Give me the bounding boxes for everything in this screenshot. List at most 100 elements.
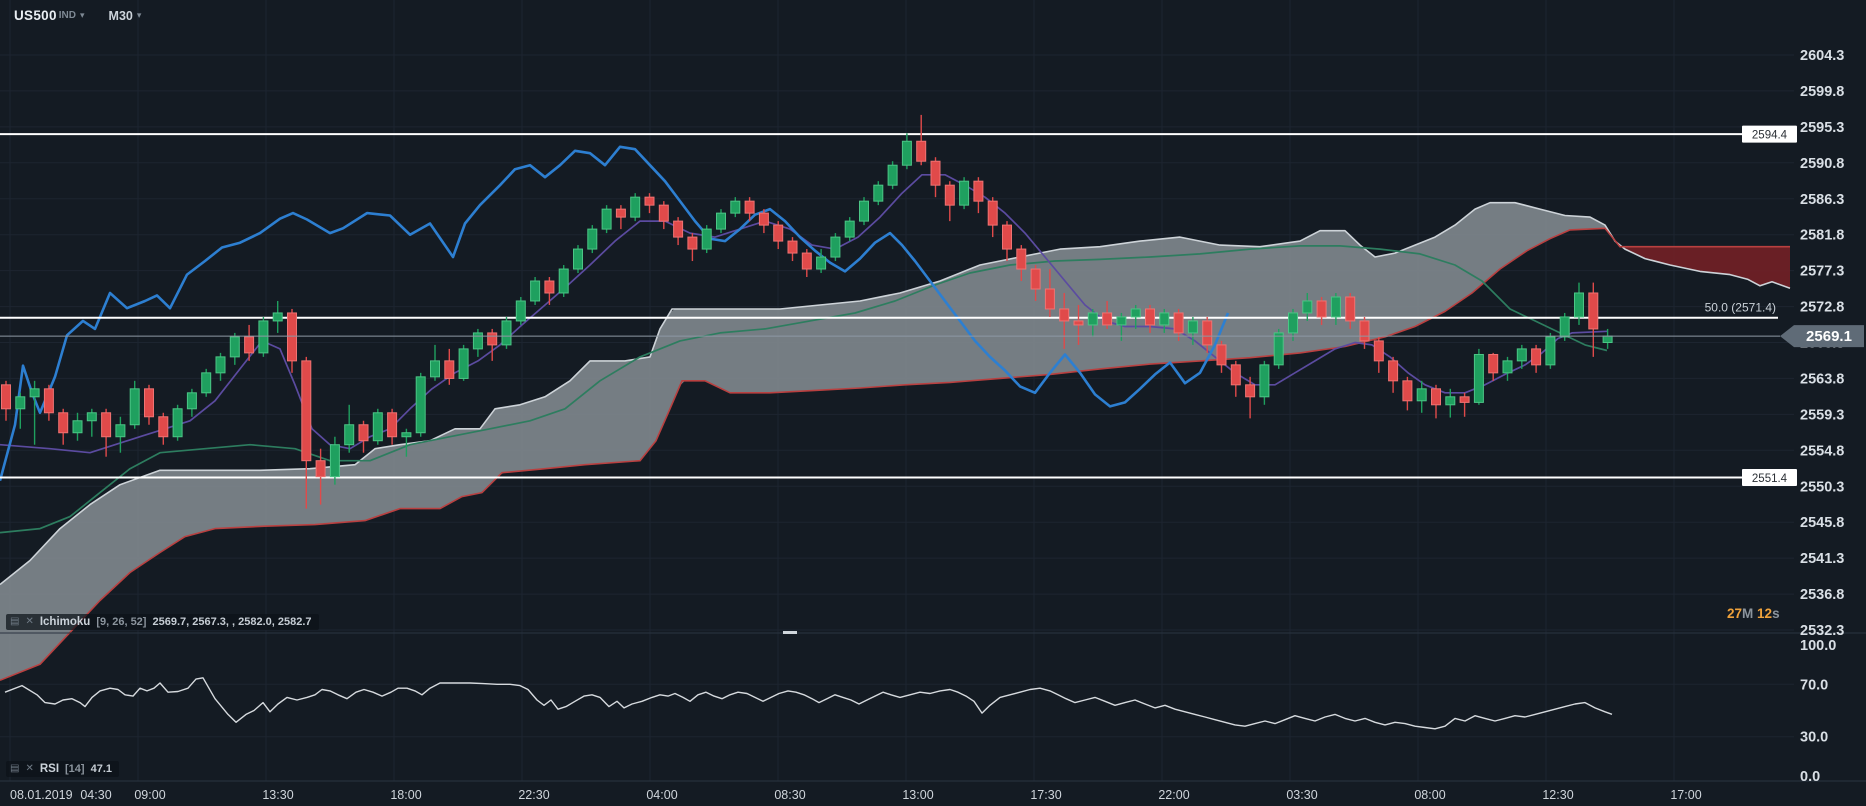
indicator-name: RSI: [39, 763, 60, 775]
candle: [387, 412, 398, 438]
candle: [830, 236, 841, 258]
candle: [973, 180, 984, 202]
indicator-value: 47.1: [90, 763, 112, 775]
candle: [358, 424, 369, 442]
candle: [229, 336, 240, 358]
candle: [716, 212, 726, 230]
chevron-down-icon: ▾: [136, 10, 142, 20]
rsi-tick-label: 70.0: [1800, 677, 1828, 693]
ichimoku-legend: ▤ ✕ Ichimoku [9, 26, 52] 2569.7, 2567.3,…: [6, 614, 319, 630]
fib-level-label: 50.0 (2571.4): [1705, 301, 1776, 315]
candle: [1416, 388, 1427, 402]
candle: [1488, 353, 1499, 374]
rsi-tick-label: 100.0: [1800, 638, 1836, 654]
time-tick-label: 03:30: [1286, 788, 1317, 802]
indicator-settings-icon[interactable]: ▤: [10, 764, 19, 774]
time-tick-label: 22:00: [1158, 788, 1189, 802]
time-tick-label: 22:30: [518, 788, 549, 802]
level-price-label: 2551.4: [1742, 468, 1797, 486]
candle: [873, 184, 884, 202]
timeframe-dropdown[interactable]: M30 ▾: [95, 9, 142, 23]
candle: [1302, 300, 1313, 314]
candle: [287, 312, 297, 362]
indicator-settings-icon[interactable]: ▤: [10, 617, 19, 627]
candle: [801, 252, 812, 270]
time-tick-label: 04:00: [646, 788, 677, 802]
candle: [1545, 336, 1556, 366]
price-tick-label: 2550.3: [1800, 479, 1844, 495]
price-tick-label: 2586.3: [1800, 192, 1844, 208]
svg-text:2551.4: 2551.4: [1752, 473, 1788, 485]
candle: [158, 416, 169, 438]
candle: [1073, 320, 1084, 326]
candle: [1388, 360, 1399, 382]
time-tick-label: 18:00: [390, 788, 421, 802]
candle: [301, 360, 312, 462]
time-tick-label: 08.01.2019: [10, 788, 73, 802]
chart-canvas[interactable]: 50.0 (2571.4) 2604.3 2599.8 2595.3 2590.8 258…: [0, 0, 1866, 806]
candle: [687, 236, 698, 250]
candle: [1002, 224, 1012, 250]
candle: [1016, 248, 1027, 270]
time-tick-label: 08:30: [774, 788, 805, 802]
candle: [1273, 332, 1284, 366]
separator-drag-handle[interactable]: [783, 631, 797, 634]
candle: [773, 224, 784, 242]
rsi-legend: ▤ ✕ RSI [14] 47.1: [6, 761, 119, 777]
timer-minutes-unit: M: [1742, 606, 1754, 621]
price-tick-label: 2599.8: [1800, 84, 1844, 100]
symbol-selector[interactable]: US500 IND ▾: [14, 8, 85, 23]
candle: [1173, 312, 1184, 334]
candle: [959, 180, 970, 206]
candle: [1259, 364, 1270, 398]
indicator-params: [9, 26, 52]: [96, 616, 147, 628]
candle: [1288, 312, 1298, 334]
time-tick-label: 09:00: [134, 788, 165, 802]
chevron-down-icon: ▾: [80, 10, 85, 20]
candle: [29, 388, 40, 398]
candle: [501, 320, 512, 346]
time-tick-label: 12:30: [1542, 788, 1573, 802]
candle: [444, 360, 455, 379]
market-type-badge: IND: [58, 10, 77, 21]
level-price-label: 2594.4: [1742, 125, 1797, 143]
price-tick-label: 2572.8: [1800, 300, 1844, 316]
candle: [372, 412, 383, 442]
candle: [15, 396, 26, 410]
candle: [430, 360, 440, 378]
candle: [215, 356, 226, 374]
candle: [1359, 320, 1370, 342]
indicator-remove-icon[interactable]: ✕: [25, 764, 33, 774]
candle: [987, 200, 998, 226]
svg-text:2594.4: 2594.4: [1752, 130, 1788, 142]
candle: [58, 412, 69, 434]
candle: [615, 208, 626, 218]
current-price-tag: 2569.1: [1780, 325, 1864, 348]
candle: [172, 408, 183, 438]
candle: [1202, 320, 1213, 346]
candle: [701, 228, 712, 250]
candle: [1574, 292, 1584, 318]
timer-minutes: 27: [1727, 606, 1743, 621]
price-tick-label: 2604.3: [1800, 48, 1844, 64]
candle: [1216, 344, 1227, 366]
candle: [844, 220, 855, 238]
price-tick-label: 2581.8: [1800, 228, 1844, 244]
candle: [558, 268, 569, 294]
indicator-remove-icon[interactable]: ✕: [25, 617, 33, 627]
candle: [329, 444, 340, 478]
candle-countdown-timer: 27M 12s: [1727, 606, 1780, 621]
candle: [1531, 348, 1542, 366]
candle: [673, 220, 684, 238]
candle: [315, 460, 326, 478]
candle: [1459, 396, 1470, 403]
candle: [601, 208, 612, 230]
candle: [101, 412, 112, 438]
candle: [344, 424, 355, 446]
candle: [916, 140, 927, 162]
candle: [1230, 364, 1241, 386]
symbol-label: US500: [14, 8, 57, 23]
candle: [1402, 380, 1413, 402]
candle: [401, 432, 412, 438]
candle: [1116, 316, 1127, 326]
